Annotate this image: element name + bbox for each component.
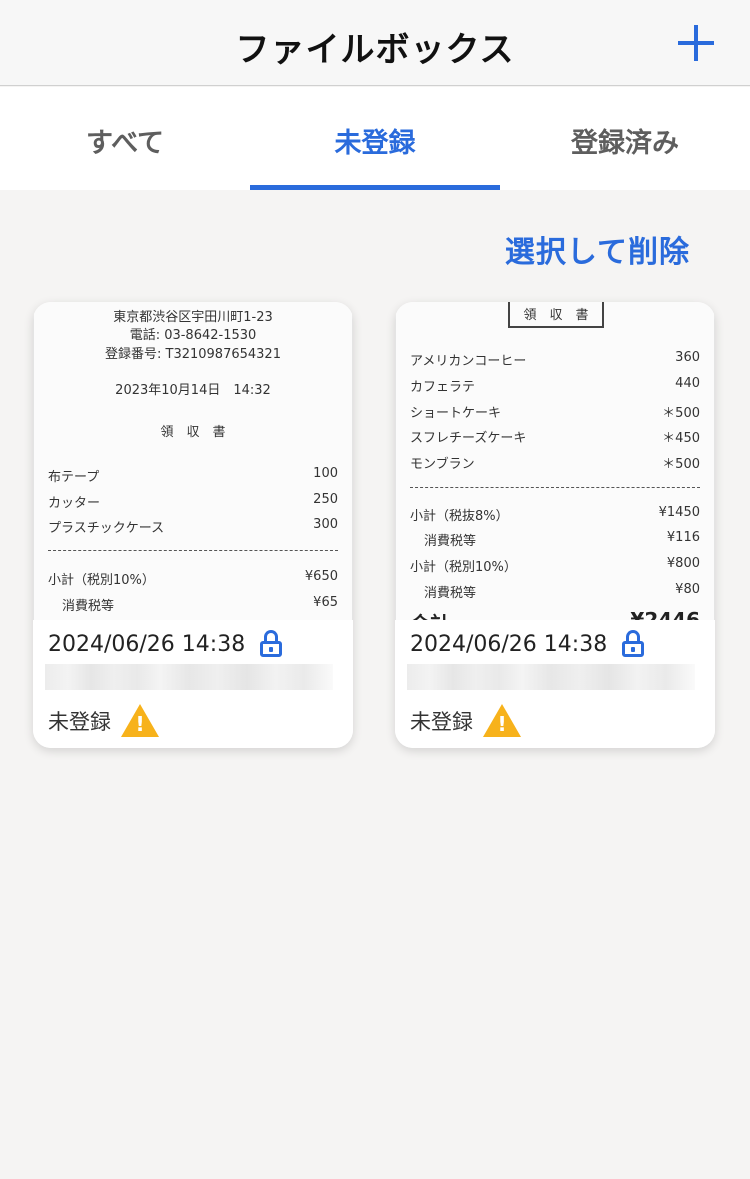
file-date: 2024/06/26 14:38 [410,631,608,657]
tab-unregistered[interactable]: 未登録 [250,87,500,190]
plus-icon[interactable] [678,25,714,61]
receipt-total: 合計 ¥2446 [410,608,700,620]
receipt-item: アメリカンコーヒー 360 [410,350,700,369]
receipt-heading: 領 収 書 [508,302,604,328]
warning-icon: ! [121,704,159,738]
receipt-item: カッター 250 [48,492,338,511]
receipt-item: 布テープ 100 [48,466,338,485]
receipt-tax: 消費税等 ¥65 [62,595,338,614]
card-meta: 2024/06/26 14:38 未登録 ! [395,620,715,748]
navigation-bar: ファイルボックス [0,0,750,86]
receipt-subtotal: 小計（税抜8%） ¥1450 [410,505,700,524]
tab-registered[interactable]: 登録済み [500,87,750,190]
receipt-divider [410,487,700,488]
receipt-item: モンブラン ＊500 [410,457,700,472]
receipt-tax: 消費税等 ¥116 [424,530,700,549]
receipt-address: 東京都渋谷区宇田川町1-23 [113,310,273,325]
card-meta: 2024/06/26 14:38 未登録 ! [33,620,353,748]
lock-icon [621,630,645,658]
lock-icon [259,630,283,658]
receipt-tax: 消費税等 ¥80 [424,582,700,601]
redacted-text [407,664,695,690]
tab-all[interactable]: すべて [0,87,250,190]
receipt-divider [48,550,338,551]
receipt-item: スフレチーズケーキ ＊450 [410,431,700,446]
status-label: 未登録 [48,710,111,734]
receipt-subtotal: 小計（税別10%） ¥650 [48,569,338,588]
receipt-item: ショートケーキ ＊500 [410,406,700,421]
redacted-text [45,664,333,690]
receipt-subtotal: 小計（税別10%） ¥800 [410,556,700,575]
receipt-thumbnail: 領 収 書 アメリカンコーヒー 360 カフェラテ 440 ショートケーキ ＊5… [395,302,715,620]
receipt-registration: 登録番号: T3210987654321 [105,347,281,362]
page-title: ファイルボックス [235,30,515,70]
receipt-item: カフェラテ 440 [410,376,700,395]
receipt-heading: 領 収 書 [160,425,226,440]
status-label: 未登録 [410,710,473,734]
receipt-datetime: 2023年10月14日 14:32 [115,383,271,398]
file-card[interactable]: 領 収 書 アメリカンコーヒー 360 カフェラテ 440 ショートケーキ ＊5… [395,302,715,748]
select-delete-button[interactable]: 選択して削除 [505,227,690,271]
receipt-item: プラスチックケース 300 [48,517,338,536]
warning-icon: ! [483,704,521,738]
receipt-phone: 電話: 03-8642-1530 [129,328,257,343]
tab-bar: すべて 未登録 登録済み [0,87,750,190]
file-date: 2024/06/26 14:38 [48,631,246,657]
receipt-thumbnail: 東京都渋谷区宇田川町1-23 電話: 03-8642-1530 登録番号: T3… [33,302,353,620]
file-card[interactable]: 東京都渋谷区宇田川町1-23 電話: 03-8642-1530 登録番号: T3… [33,302,353,748]
